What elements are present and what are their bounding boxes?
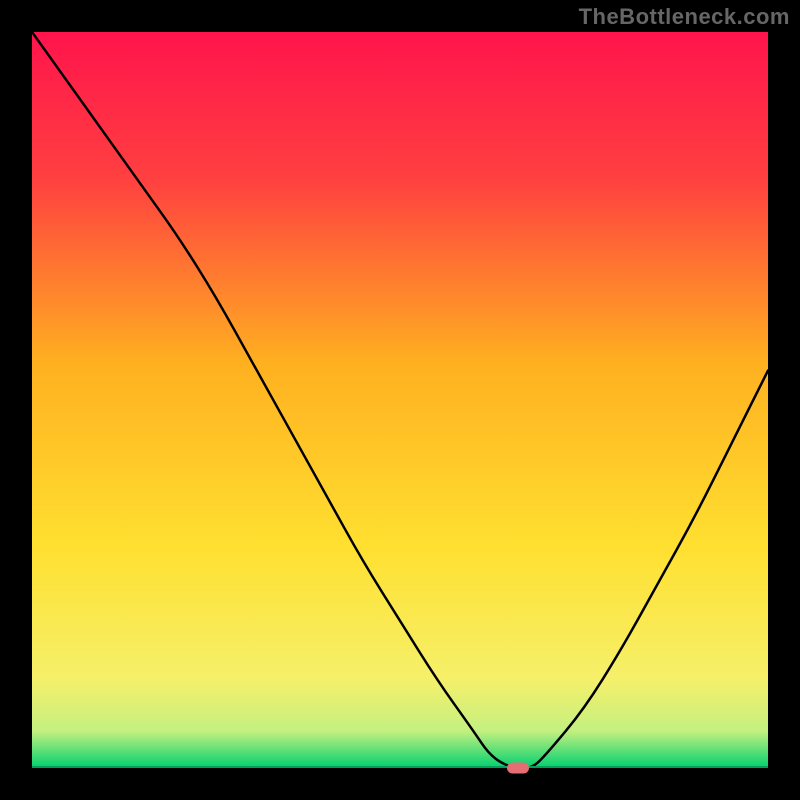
chart-frame: TheBottleneck.com (0, 0, 800, 800)
optimal-point-marker (507, 763, 529, 774)
plot-area (32, 32, 768, 768)
gradient-background (32, 32, 768, 768)
chart-svg (32, 32, 768, 768)
watermark-text: TheBottleneck.com (579, 4, 790, 30)
